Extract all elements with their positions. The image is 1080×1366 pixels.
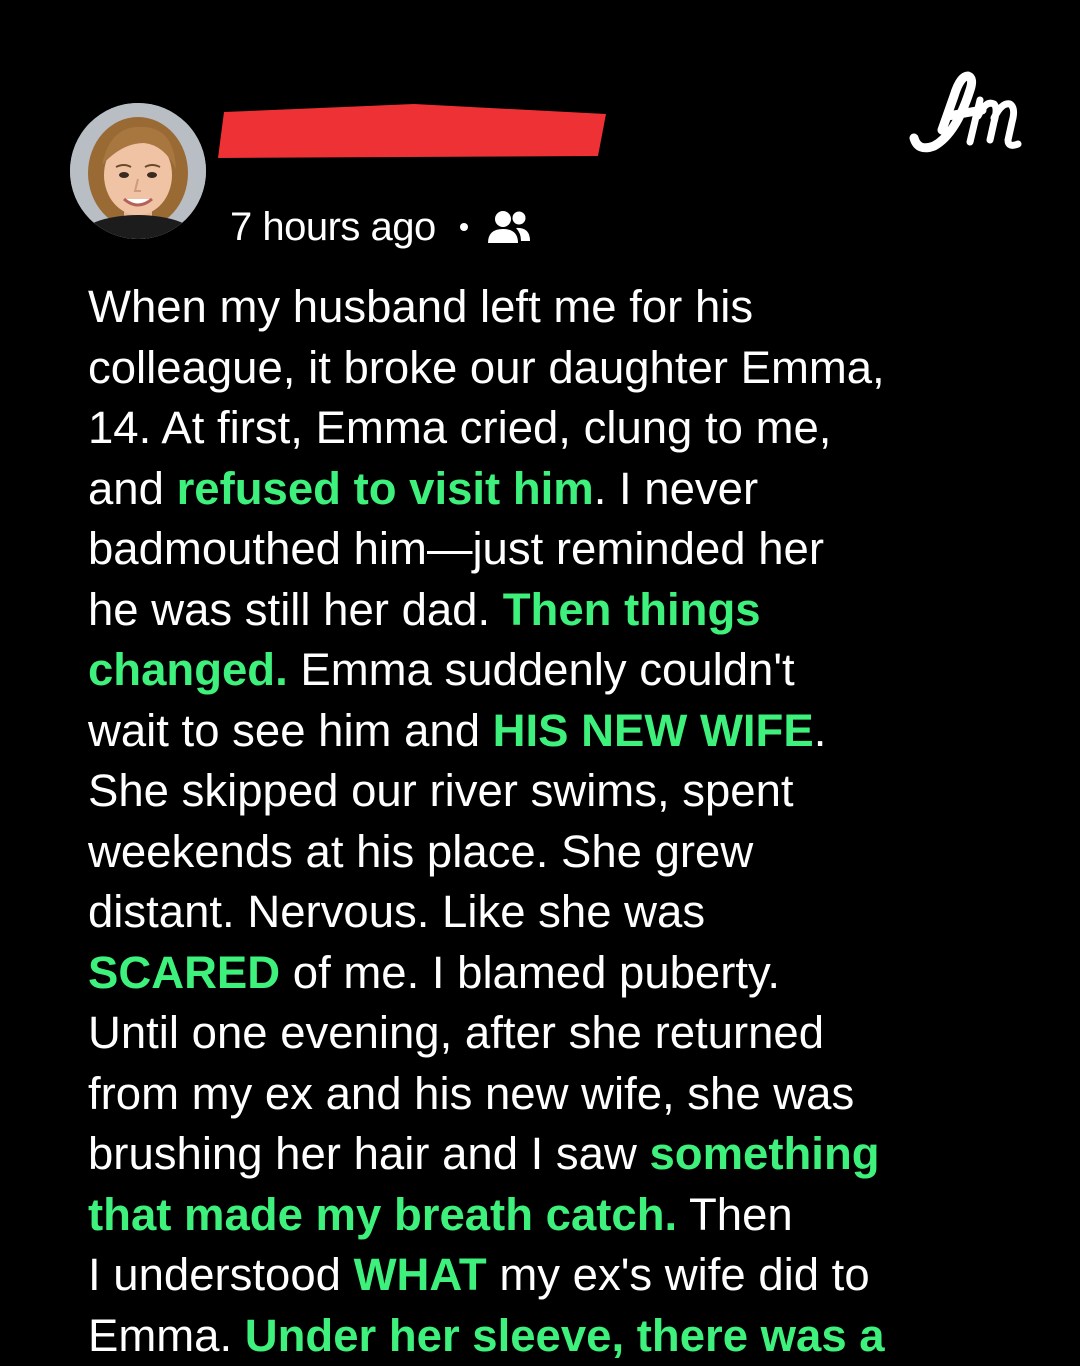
avatar-photo	[70, 103, 206, 239]
body-text: When my husband left me for his	[88, 281, 753, 332]
redacted-author-name	[214, 102, 606, 160]
body-text: She skipped our river swims, spent	[88, 765, 794, 816]
highlighted-text: that made my breath catch.	[88, 1189, 677, 1240]
post-line: brushing her hair and I saw something	[88, 1124, 1008, 1185]
post-body: When my husband left me for his colleague…	[88, 277, 1008, 1366]
highlighted-text: refused to visit him	[177, 463, 594, 514]
post-line: and refused to visit him. I never	[88, 459, 1008, 520]
body-text: from my ex and his new wife, she was	[88, 1068, 854, 1119]
body-text: Emma suddenly couldn't	[288, 644, 795, 695]
body-text: 14. At first, Emma cried, clung to me,	[88, 402, 831, 453]
body-text: I understood	[88, 1249, 354, 1300]
post-timestamp[interactable]: 7 hours ago	[230, 205, 436, 250]
post-line: She skipped our river swims, spent	[88, 761, 1008, 822]
body-text: and	[88, 463, 177, 514]
author-avatar[interactable]	[70, 103, 206, 239]
body-text: .	[814, 705, 827, 756]
body-text: Emma.	[88, 1310, 245, 1361]
body-text: he was still her dad.	[88, 584, 503, 635]
post-line: When my husband left me for his	[88, 277, 1008, 338]
body-text: . I never	[594, 463, 758, 514]
post-line: Until one evening, after she returned	[88, 1003, 1008, 1064]
post-line: weekends at his place. She grew	[88, 822, 1008, 883]
body-text: my ex's wife did to	[487, 1249, 870, 1300]
highlighted-text: Then things	[503, 584, 761, 635]
post-line: distant. Nervous. Like she was	[88, 882, 1008, 943]
post-line: 14. At first, Emma cried, clung to me,	[88, 398, 1008, 459]
post-line: colleague, it broke our daughter Emma,	[88, 338, 1008, 399]
body-text: badmouthed him—just reminded her	[88, 523, 824, 574]
highlighted-text: Under her sleeve, there was a	[245, 1310, 885, 1361]
post-line: from my ex and his new wife, she was	[88, 1064, 1008, 1125]
post-line: Emma. Under her sleeve, there was a	[88, 1306, 1008, 1366]
body-text: Then	[677, 1189, 793, 1240]
post-line: wait to see him and HIS NEW WIFE.	[88, 701, 1008, 762]
body-text: weekends at his place. She grew	[88, 826, 753, 877]
post-line: that made my breath catch. Then	[88, 1185, 1008, 1246]
highlighted-text: WHAT	[354, 1249, 487, 1300]
separator-dot	[460, 223, 468, 231]
highlighted-text: something	[650, 1128, 880, 1179]
highlighted-text: SCARED	[88, 947, 280, 998]
post-line: badmouthed him—just reminded her	[88, 519, 1008, 580]
highlighted-text: changed.	[88, 644, 288, 695]
body-text: distant. Nervous. Like she was	[88, 886, 705, 937]
highlighted-text: HIS NEW WIFE	[493, 705, 814, 756]
post-line: changed. Emma suddenly couldn't	[88, 640, 1008, 701]
body-text: Until one evening, after she returned	[88, 1007, 824, 1058]
amomama-logo-icon	[908, 60, 1038, 160]
body-text: wait to see him and	[88, 705, 493, 756]
body-text: colleague, it broke our daughter Emma,	[88, 342, 885, 393]
friends-icon[interactable]	[486, 207, 532, 247]
body-text: brushing her hair and I saw	[88, 1128, 650, 1179]
post-line: I understood WHAT my ex's wife did to	[88, 1245, 1008, 1306]
post-line: SCARED of me. I blamed puberty.	[88, 943, 1008, 1004]
post-line: he was still her dad. Then things	[88, 580, 1008, 641]
body-text: of me. I blamed puberty.	[280, 947, 780, 998]
post-meta: 7 hours ago	[230, 202, 532, 252]
